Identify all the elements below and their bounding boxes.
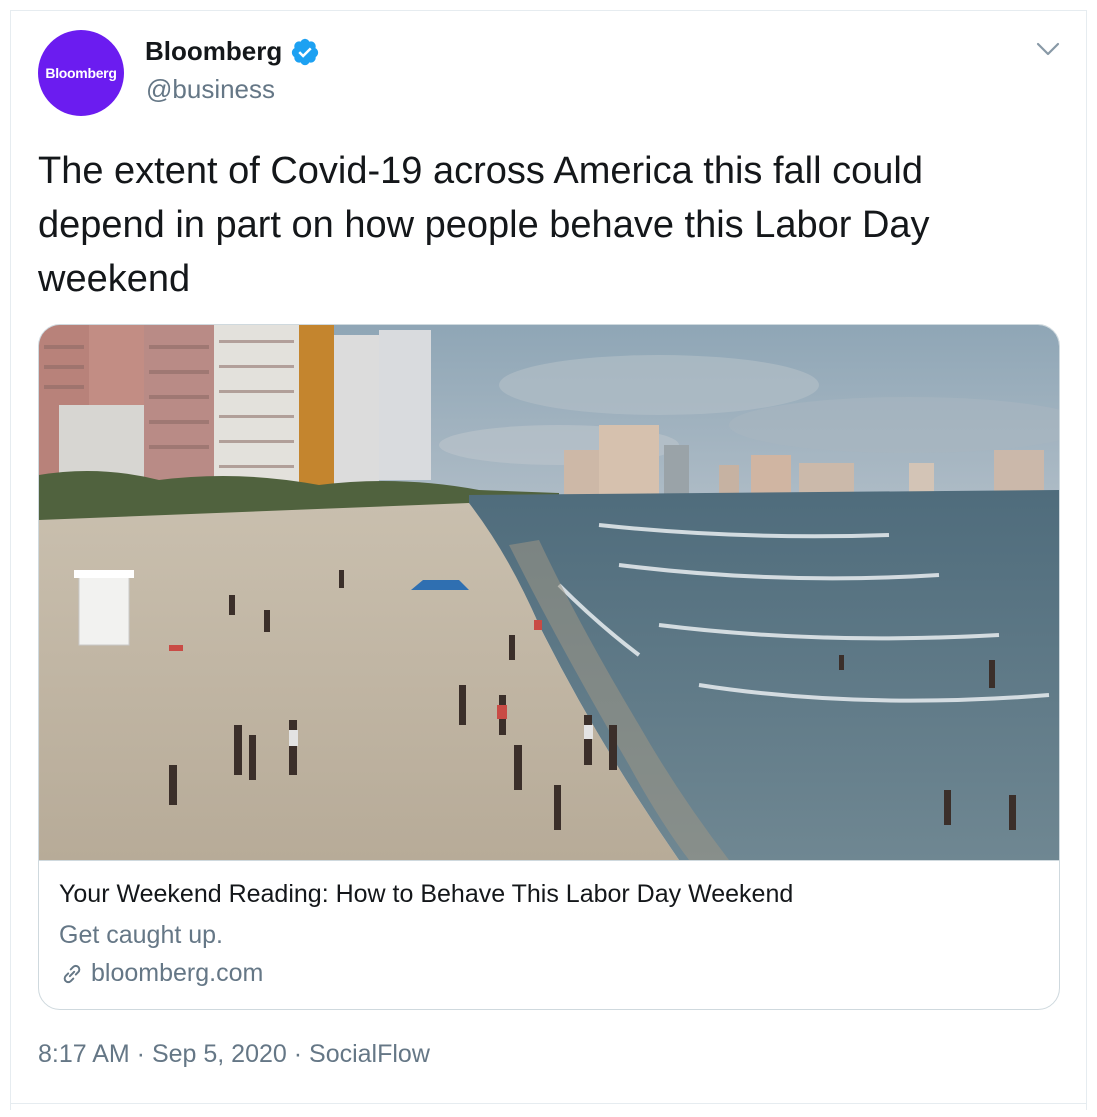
card-domain[interactable]: bloomberg.com [91, 959, 263, 988]
tweet-text: The extent of Covid-19 across America th… [38, 150, 930, 300]
card-description: Get caught up. [59, 921, 224, 949]
divider [10, 1103, 1087, 1104]
tweet-meta: 8:17 AM · Sep 5, 2020 · SocialFlow [38, 1040, 430, 1069]
author-name[interactable]: Bloomberg [145, 36, 282, 67]
link-icon [63, 964, 81, 983]
chevron-down-icon[interactable] [1034, 38, 1062, 60]
avatar[interactable]: Bloomberg [38, 30, 124, 116]
card-divider [39, 860, 1059, 861]
meta-separator: · [286, 1040, 310, 1068]
card-image[interactable] [39, 325, 1059, 860]
link-card[interactable]: Your Weekend Reading: How to Behave This… [38, 324, 1060, 1010]
tweet-time[interactable]: 8:17 AM [38, 1040, 130, 1069]
card-title[interactable]: Your Weekend Reading: How to Behave This… [59, 880, 793, 909]
tweet-date[interactable]: Sep 5, 2020 [152, 1040, 287, 1069]
author-name-row[interactable]: Bloomberg [145, 36, 320, 67]
author-handle[interactable]: @business [146, 74, 275, 105]
tweet-source[interactable]: SocialFlow [309, 1040, 430, 1069]
verified-badge-icon [292, 38, 319, 65]
meta-separator: · [129, 1040, 152, 1068]
card-domain-row[interactable]: bloomberg.com [59, 959, 263, 988]
